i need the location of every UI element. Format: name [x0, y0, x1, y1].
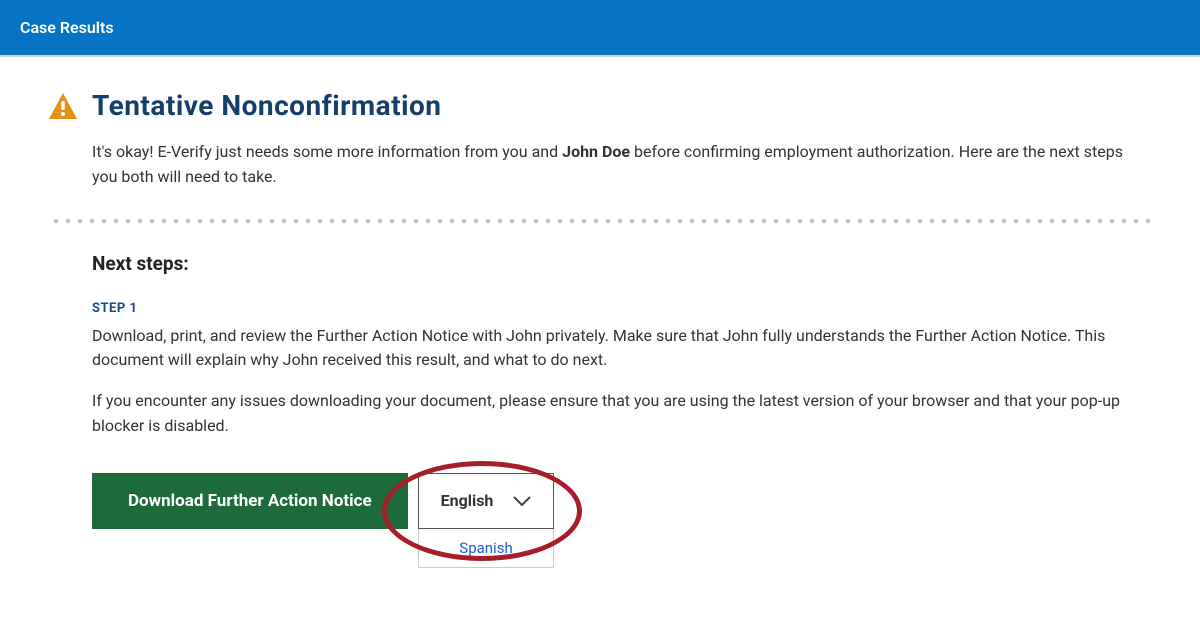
- step1-label: STEP 1: [92, 301, 1152, 316]
- page-header: Case Results: [0, 0, 1200, 57]
- language-selected-label: English: [441, 491, 494, 510]
- chevron-down-icon: [513, 496, 531, 506]
- download-further-action-button[interactable]: Download Further Action Notice: [92, 473, 408, 529]
- warning-triangle-icon: [48, 92, 78, 120]
- action-row: Download Further Action Notice English S…: [92, 473, 554, 529]
- employee-name: John Doe: [562, 142, 630, 161]
- language-selector-wrap: English Spanish: [418, 473, 555, 529]
- main-content: Tentative Nonconfirmation It's okay! E-V…: [0, 57, 1200, 529]
- title-row: Tentative Nonconfirmation: [48, 89, 1152, 122]
- language-option-spanish[interactable]: Spanish: [419, 529, 554, 567]
- next-steps-heading: Next steps:: [92, 252, 1152, 275]
- step1-text-2: If you encounter any issues downloading …: [92, 389, 1152, 439]
- divider-dots: [50, 218, 1152, 224]
- intro-text: It's okay! E-Verify just needs some more…: [92, 140, 1152, 190]
- language-dropdown: Spanish: [418, 529, 555, 568]
- page-title: Tentative Nonconfirmation: [92, 89, 441, 122]
- language-selector[interactable]: English: [418, 473, 555, 529]
- next-steps-section: Next steps: STEP 1 Download, print, and …: [92, 252, 1152, 529]
- step1-text-1: Download, print, and review the Further …: [92, 324, 1152, 374]
- intro-pre: It's okay! E-Verify just needs some more…: [92, 142, 562, 161]
- header-title: Case Results: [20, 18, 114, 37]
